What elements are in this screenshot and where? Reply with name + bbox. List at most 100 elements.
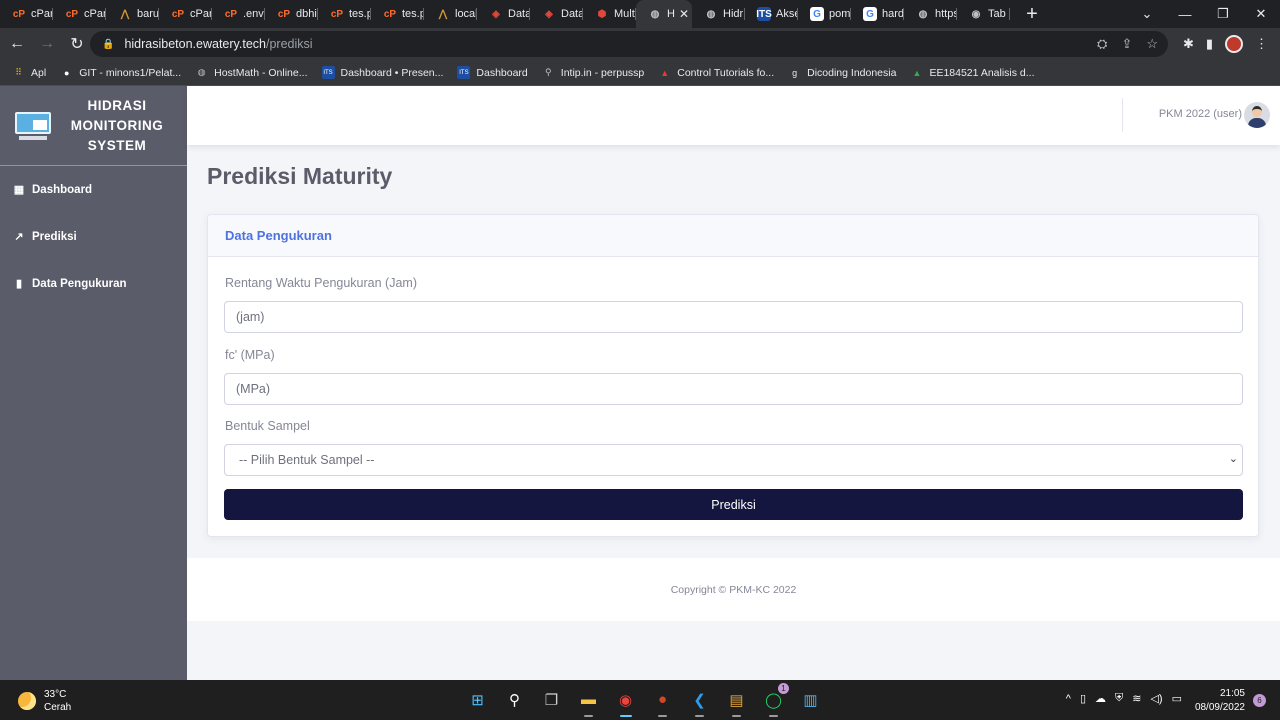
- battery-icon[interactable]: ▭: [1172, 692, 1182, 705]
- side-panel-icon[interactable]: ▮: [1206, 36, 1213, 52]
- browser-tab[interactable]: Gpom: [798, 0, 851, 28]
- maximize-button[interactable]: ❐: [1204, 0, 1242, 28]
- whatsapp-badge: 1: [778, 683, 789, 694]
- time-range-input[interactable]: [224, 301, 1243, 333]
- browser-tab[interactable]: ◍ Hidr: [692, 0, 745, 28]
- bookmark-label: Dicoding Indonesia: [807, 66, 897, 79]
- close-tab-icon[interactable]: ✕: [679, 7, 689, 21]
- chrome-icon[interactable]: ◉: [612, 686, 639, 717]
- bookmark-star-icon[interactable]: ☆: [1146, 36, 1158, 52]
- bookmark-item[interactable]: ITS Dashboard: [457, 66, 528, 79]
- browser-tab[interactable]: ◍ https: [904, 0, 957, 28]
- taskbar: 33°C Cerah ⊞ ⚲ ❐ ▬ ◉ ● ❮ ▤ ◯ 1 ▥ ^ ▯ ☁ ⛨ …: [0, 680, 1280, 720]
- winrar-icon[interactable]: ▤: [723, 686, 750, 717]
- minimize-button[interactable]: —: [1166, 0, 1204, 28]
- sample-shape-select[interactable]: -- Pilih Bentuk Sampel -- ⌄: [224, 444, 1243, 476]
- clock[interactable]: 21:05 08/09/2022: [1195, 687, 1245, 715]
- brand[interactable]: HIDRASI MONITORING SYSTEM: [0, 86, 187, 166]
- browser-tab[interactable]: Ghard: [851, 0, 904, 28]
- tab-search-icon[interactable]: ⌄: [1128, 0, 1166, 28]
- bookmark-label: EE184521 Analisis d...: [929, 66, 1035, 79]
- browser-tab[interactable]: ITS Akse: [745, 0, 798, 28]
- share-icon[interactable]: ⇪: [1121, 36, 1132, 52]
- browser-tab[interactable]: ◉ Tab E: [957, 0, 1010, 28]
- address-bar[interactable]: 🔒 hidrasibeton.ewatery.tech/prediksi ⛭ ⇪…: [90, 31, 1168, 57]
- browser-tab[interactable]: cP cPan: [0, 0, 53, 28]
- task-view-icon[interactable]: ❐: [538, 686, 565, 713]
- tab-label: pom: [829, 8, 851, 20]
- its-icon: ITS: [321, 66, 335, 79]
- search-icon: ⚲: [544, 67, 552, 77]
- user-avatar[interactable]: [1244, 102, 1270, 128]
- whatsapp-icon[interactable]: ◯ 1: [760, 683, 789, 717]
- page-title: Prediksi Maturity: [207, 163, 393, 189]
- new-tab-button[interactable]: +: [1020, 3, 1044, 26]
- browser-tab[interactable]: ◍ H ✕: [636, 0, 692, 28]
- bookmarks-bar: ⠿ Apl ● GIT - minons1/Pelat... ◍ HostMath - O…: [0, 60, 1280, 86]
- defender-icon[interactable]: ⛨: [1115, 692, 1123, 705]
- forward-button[interactable]: →: [34, 31, 60, 57]
- browser-tab[interactable]: cP tes.p: [318, 0, 371, 28]
- browser-tab[interactable]: cP .env: [212, 0, 265, 28]
- sidebar-item-prediksi[interactable]: ↗ Prediksi: [0, 213, 187, 260]
- bookmark-item[interactable]: ▲ Control Tutorials fo...: [658, 66, 774, 79]
- bookmark-item[interactable]: g Dicoding Indonesia: [788, 66, 896, 79]
- globe-icon: ◍: [706, 8, 716, 20]
- cpanel-icon: cP: [383, 8, 397, 20]
- bookmark-item[interactable]: ⚲ Intip.in - perpussp: [542, 66, 644, 79]
- browser-tab[interactable]: cP dbhi: [265, 0, 318, 28]
- vscode-icon[interactable]: ❮: [686, 686, 713, 717]
- globe-icon: ◍: [918, 8, 928, 20]
- user-name[interactable]: PKM 2022 (user): [1159, 108, 1242, 120]
- bookmark-item[interactable]: ◍ HostMath - Online...: [195, 66, 308, 79]
- sidebar-item-dashboard[interactable]: ▦ Dashboard: [0, 166, 187, 213]
- profile-avatar[interactable]: [1225, 35, 1243, 53]
- file-explorer-icon[interactable]: ▬: [575, 686, 602, 717]
- onedrive-icon[interactable]: ☁: [1095, 692, 1106, 705]
- measurement-card: Data Pengukuran Rentang Waktu Pengukuran…: [207, 214, 1259, 537]
- bookmark-item[interactable]: ITS Dashboard • Presen...: [321, 66, 443, 79]
- volume-icon[interactable]: ◁): [1150, 692, 1162, 705]
- reload-button[interactable]: ↻: [64, 31, 90, 57]
- its-icon: ITS: [457, 66, 471, 79]
- laravel-icon: ◈: [545, 8, 553, 20]
- tab-label: Akse: [776, 8, 798, 20]
- notification-badge[interactable]: 6: [1253, 694, 1266, 707]
- back-button[interactable]: ←: [4, 31, 30, 57]
- tab-label: hard: [882, 8, 904, 20]
- extensions-icon[interactable]: ✱: [1183, 36, 1194, 52]
- chevron-up-icon[interactable]: ^: [1066, 693, 1071, 705]
- bookmark-item[interactable]: ● GIT - minons1/Pelat...: [60, 66, 181, 79]
- cpanel-icon: cP: [277, 8, 291, 20]
- notepad-icon[interactable]: ▥: [797, 686, 824, 713]
- browser-tab[interactable]: ◈ Data: [530, 0, 583, 28]
- its-icon: ITS: [756, 7, 772, 21]
- browser-tab[interactable]: cP cPan: [159, 0, 212, 28]
- chart-line-icon: ↗: [14, 231, 24, 243]
- powerpoint-icon[interactable]: ●: [649, 686, 676, 717]
- menu-kebab-icon[interactable]: ⋮: [1255, 36, 1268, 52]
- clock-date: 08/09/2022: [1194, 702, 1245, 713]
- sidebar-item-data-pengukuran[interactable]: ▮ Data Pengukuran: [0, 260, 187, 307]
- windows-start-icon[interactable]: ⊞: [464, 686, 491, 713]
- browser-tab[interactable]: ⋀ local: [424, 0, 477, 28]
- weather-widget[interactable]: 33°C Cerah: [18, 688, 71, 714]
- xampp-icon: ⋀: [120, 8, 130, 20]
- taskbar-apps: ⊞ ⚲ ❐ ▬ ◉ ● ❮ ▤ ◯ 1 ▥: [464, 683, 824, 717]
- translate-icon[interactable]: ⛭: [1097, 36, 1107, 52]
- bookmark-item[interactable]: ⠿ Apl: [12, 66, 46, 79]
- wifi-icon[interactable]: ≋: [1132, 692, 1141, 705]
- tab-label: tes.p: [349, 8, 371, 20]
- bookmark-item[interactable]: ▲ EE184521 Analisis d...: [910, 66, 1034, 79]
- browser-tab[interactable]: ⬢ Mult: [583, 0, 636, 28]
- fc-input[interactable]: [224, 373, 1243, 405]
- usb-icon[interactable]: ▯: [1080, 692, 1086, 705]
- browser-tab[interactable]: cP tes.p: [371, 0, 424, 28]
- apps-grid-icon: ⠿: [15, 67, 22, 77]
- browser-tab[interactable]: ◈ Data: [477, 0, 530, 28]
- browser-tab[interactable]: cP cPan: [53, 0, 106, 28]
- predict-button[interactable]: Prediksi: [224, 489, 1243, 520]
- browser-tab[interactable]: ⋀ baru: [106, 0, 159, 28]
- close-window-button[interactable]: ✕: [1242, 0, 1280, 28]
- search-icon[interactable]: ⚲: [501, 686, 528, 713]
